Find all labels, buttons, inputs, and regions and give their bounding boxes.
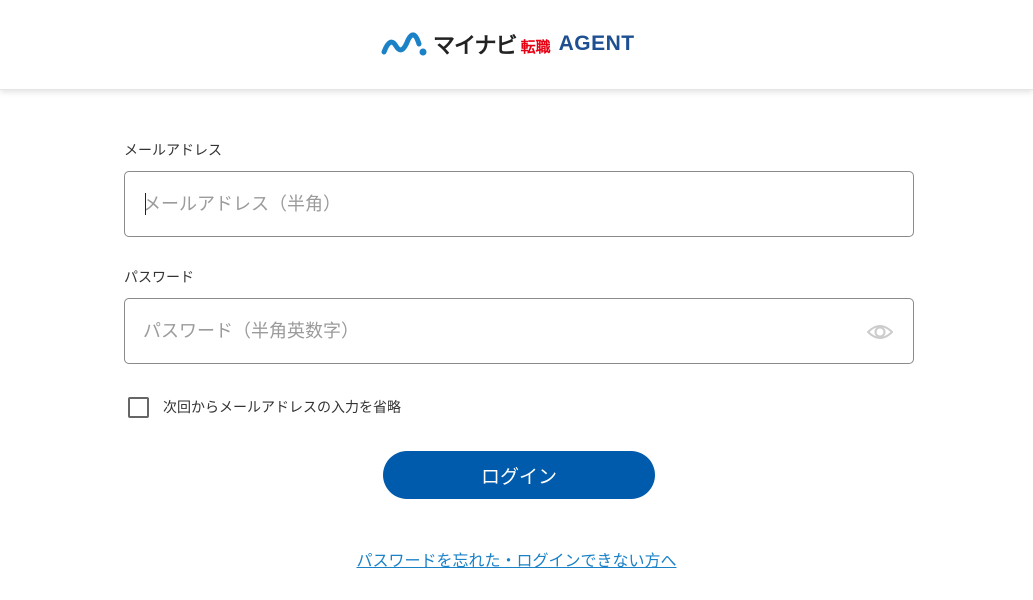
remember-email-checkbox[interactable]	[128, 396, 149, 418]
mynavi-agent-logo[interactable]: マイナビ 転職 AGENT	[381, 28, 635, 60]
login-button[interactable]: ログイン	[383, 451, 655, 499]
eye-icon[interactable]	[867, 320, 893, 344]
password-label: パスワード	[124, 270, 194, 286]
email-label: メールアドレス	[124, 143, 222, 159]
forgot-password-link[interactable]: パスワードを忘れた・ログインできない方へ	[356, 551, 676, 570]
logo-text-tenshoku: 転職	[520, 37, 551, 56]
password-field[interactable]	[124, 298, 914, 364]
email-input[interactable]	[143, 172, 843, 236]
logo-text-agent: AGENT	[558, 32, 635, 55]
forgot-password-row: パスワードを忘れた・ログインできない方へ	[0, 547, 1033, 571]
remember-email-option[interactable]: 次回からメールアドレスの入力を省略	[128, 396, 401, 418]
text-caret	[145, 193, 146, 215]
remember-email-label[interactable]: 次回からメールアドレスの入力を省略	[163, 397, 401, 417]
logo-mark-icon	[381, 32, 427, 56]
password-input[interactable]	[143, 299, 843, 363]
site-header: マイナビ 転職 AGENT	[0, 0, 1033, 90]
email-field[interactable]	[124, 171, 914, 237]
logo-text-mynavi: マイナビ	[433, 34, 518, 59]
